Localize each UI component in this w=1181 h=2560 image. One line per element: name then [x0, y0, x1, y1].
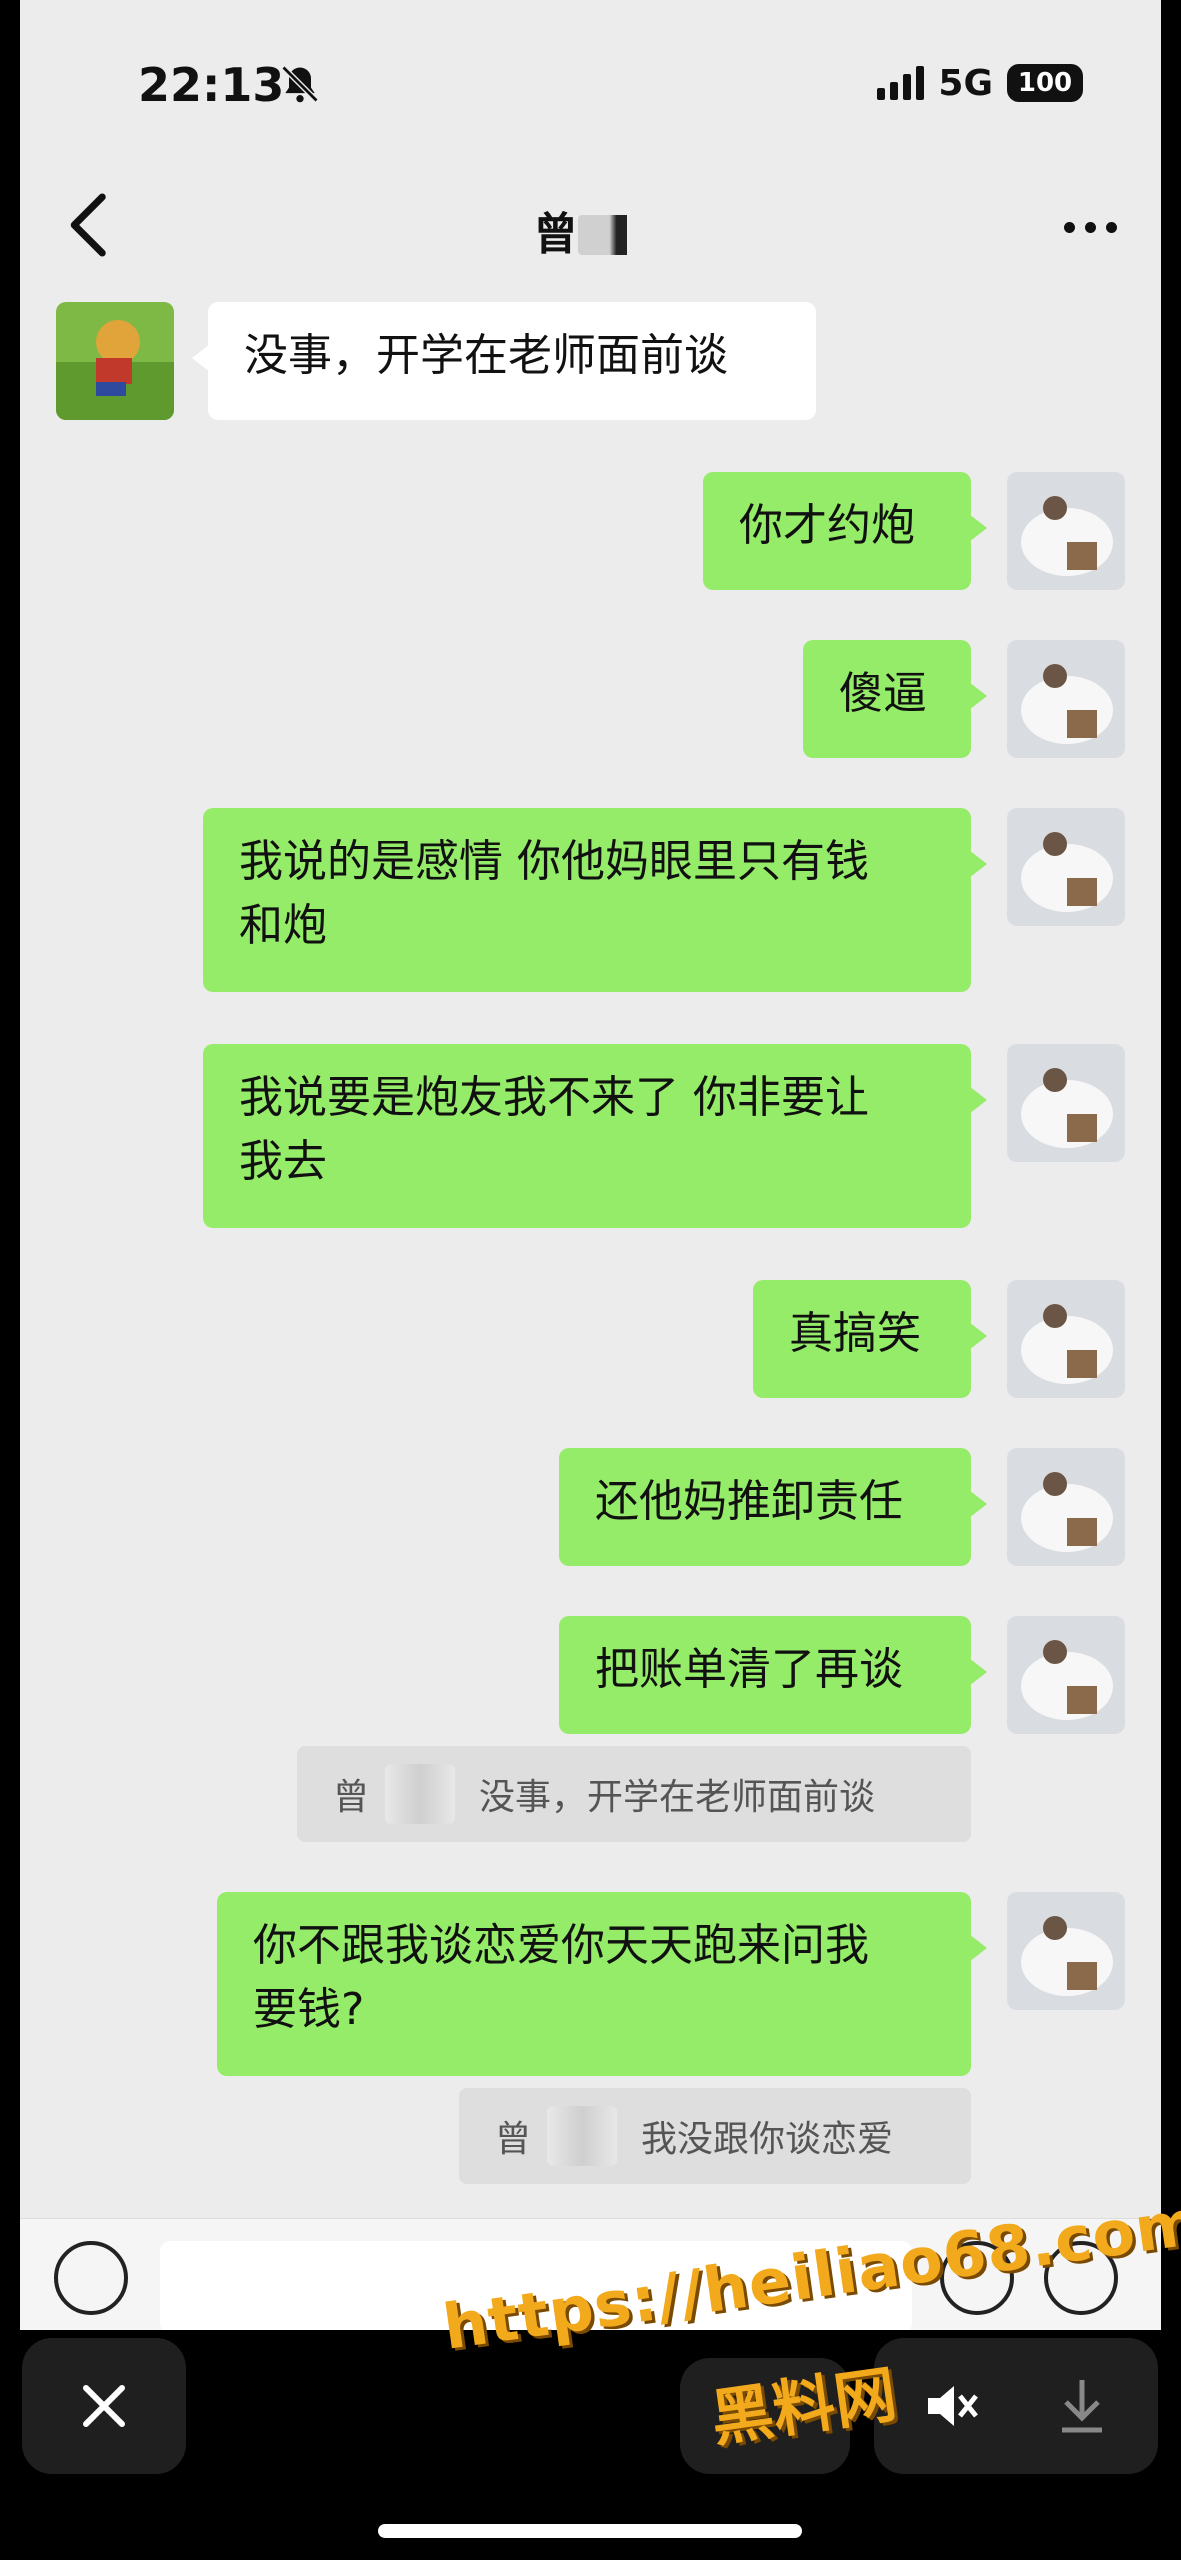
- media-controls: [874, 2338, 1158, 2474]
- message-bubble-sent[interactable]: 你才约炮: [703, 472, 987, 590]
- bell-muted-icon: [281, 65, 319, 103]
- message-bubble-sent[interactable]: 把账单清了再谈: [559, 1616, 987, 1734]
- redacted-name: [547, 2106, 618, 2166]
- my-avatar[interactable]: [1007, 1448, 1125, 1566]
- contact-name: 曾: [533, 209, 578, 260]
- contact-avatar[interactable]: [56, 302, 174, 420]
- close-button[interactable]: [22, 2338, 186, 2474]
- home-indicator: [378, 2524, 802, 2538]
- my-avatar[interactable]: [1007, 1280, 1125, 1398]
- voice-input-icon[interactable]: [54, 2241, 128, 2315]
- redacted-name: [577, 215, 648, 255]
- mute-icon[interactable]: [920, 2376, 980, 2436]
- quoted-reply[interactable]: 曾 没事，开学在老师面前谈: [297, 1746, 971, 1842]
- quoted-reply[interactable]: 曾 我没跟你谈恋爱: [459, 2088, 971, 2184]
- quote-author: 曾: [495, 2119, 532, 2160]
- quote-text: 没事，开学在老师面前谈: [479, 1777, 876, 1818]
- chat-screen: 22:13 5G 100 曾 没事，开学在老师面前谈 你才约炮 傻逼 我说的是感…: [20, 0, 1161, 2330]
- message-bubble-sent[interactable]: 真搞笑: [753, 1280, 987, 1398]
- my-avatar[interactable]: [1007, 1892, 1125, 2010]
- status-indicators: 5G 100: [877, 58, 1083, 108]
- message-bubble-sent[interactable]: 你不跟我谈恋爱你天天跑来问我 要钱?: [217, 1892, 987, 2076]
- my-avatar[interactable]: [1007, 1044, 1125, 1162]
- more-options-icon[interactable]: [1064, 222, 1117, 233]
- network-type: 5G: [938, 62, 993, 104]
- status-time: 22:13: [138, 58, 285, 112]
- chat-title: 曾: [20, 198, 1161, 262]
- quote-text: 我没跟你谈恋爱: [641, 2119, 894, 2160]
- my-avatar[interactable]: [1007, 808, 1125, 926]
- my-avatar[interactable]: [1007, 472, 1125, 590]
- message-bubble-sent[interactable]: 我说要是炮友我不来了 你非要让 我去: [203, 1044, 987, 1228]
- redacted-name: [385, 1764, 456, 1824]
- message-bubble-sent[interactable]: 我说的是感情 你他妈眼里只有钱 和炮: [203, 808, 987, 992]
- chat-header: 曾: [20, 160, 1161, 290]
- my-avatar[interactable]: [1007, 1616, 1125, 1734]
- signal-icon: [877, 66, 925, 100]
- download-icon[interactable]: [1052, 2374, 1112, 2438]
- message-bubble-sent[interactable]: 傻逼: [803, 640, 987, 758]
- quote-author: 曾: [333, 1777, 370, 1818]
- close-icon: [83, 2385, 125, 2427]
- battery-level: 100: [1017, 68, 1073, 98]
- battery-icon: 100: [1007, 64, 1083, 102]
- message-bubble-sent[interactable]: 还他妈推卸责任: [559, 1448, 987, 1566]
- message-bubble-received[interactable]: 没事，开学在老师面前谈: [192, 302, 816, 420]
- my-avatar[interactable]: [1007, 640, 1125, 758]
